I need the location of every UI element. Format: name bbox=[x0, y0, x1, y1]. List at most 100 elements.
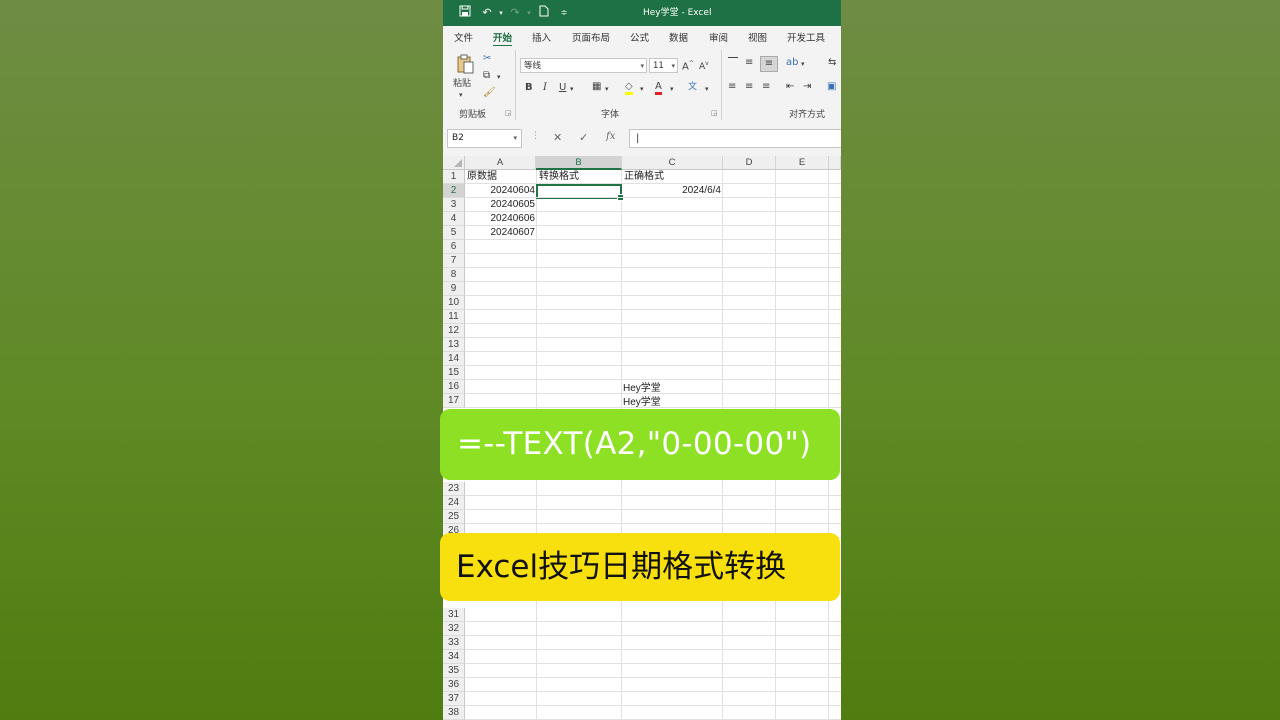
row-header-33[interactable]: 33 bbox=[443, 636, 465, 650]
align-middle-icon[interactable]: ≡ bbox=[745, 56, 753, 70]
cell-a3[interactable]: 20240605 bbox=[465, 198, 536, 212]
tab-developer[interactable]: 开发工具 bbox=[787, 30, 825, 44]
row-header-17[interactable]: 17 bbox=[443, 394, 465, 408]
tab-home[interactable]: 开始 bbox=[493, 30, 513, 47]
cell-c1[interactable]: 正确格式 bbox=[624, 170, 664, 184]
row-header-3[interactable]: 3 bbox=[443, 198, 465, 212]
tab-data[interactable]: 数据 bbox=[669, 30, 688, 44]
format-painter-icon[interactable]: 🖌 bbox=[483, 86, 496, 100]
orientation-dropdown-icon[interactable]: ▾ bbox=[801, 57, 805, 71]
align-top-icon[interactable]: ⎺ bbox=[728, 56, 738, 70]
column-header-d[interactable]: D bbox=[723, 156, 776, 170]
borders-dropdown-icon[interactable]: ▾ bbox=[605, 82, 609, 96]
cell-a4[interactable]: 20240606 bbox=[465, 212, 536, 226]
cell-a2[interactable]: 20240604 bbox=[465, 184, 536, 198]
column-header-b[interactable]: B bbox=[536, 156, 622, 170]
bold-button[interactable]: B bbox=[525, 81, 533, 95]
column-header-e[interactable]: E bbox=[776, 156, 829, 170]
gridline bbox=[465, 295, 841, 296]
row-header-25[interactable]: 25 bbox=[443, 510, 465, 524]
cell-b1[interactable]: 转换格式 bbox=[539, 170, 579, 184]
row-header-16[interactable]: 16 bbox=[443, 380, 465, 394]
fill-color-icon[interactable]: ◇ bbox=[625, 80, 633, 95]
row-header-32[interactable]: 32 bbox=[443, 622, 465, 636]
row-header-23[interactable]: 23 bbox=[443, 482, 465, 496]
font-color-dropdown-icon[interactable]: ▾ bbox=[670, 82, 674, 96]
clipboard-launcher-icon[interactable]: ◲ bbox=[505, 109, 512, 117]
row-header-36[interactable]: 36 bbox=[443, 678, 465, 692]
phonetic-dropdown-icon[interactable]: ▾ bbox=[705, 82, 709, 96]
tab-page-layout[interactable]: 页面布局 bbox=[572, 30, 610, 44]
cell-a1[interactable]: 原数据 bbox=[467, 170, 497, 184]
font-name-combo[interactable]: 等线 ▾ bbox=[520, 58, 647, 73]
enter-icon[interactable]: ✓ bbox=[579, 131, 588, 144]
paste-dropdown-icon[interactable]: ▾ bbox=[459, 88, 463, 102]
row-header-9[interactable]: 9 bbox=[443, 282, 465, 296]
underline-dropdown-icon[interactable]: ▾ bbox=[570, 82, 574, 96]
increase-font-size-icon[interactable]: A^ bbox=[682, 57, 694, 74]
align-center-icon[interactable]: ≡ bbox=[745, 80, 753, 94]
decrease-font-size-icon[interactable]: Av bbox=[699, 57, 709, 74]
customize-toolbar-icon[interactable]: ≑ bbox=[556, 5, 572, 21]
cell-c2[interactable]: 2024/6/4 bbox=[622, 184, 721, 198]
name-box[interactable]: B2 ▾ bbox=[447, 129, 522, 148]
orientation-icon[interactable]: ab bbox=[786, 56, 798, 70]
font-color-icon[interactable]: A bbox=[655, 80, 662, 95]
row-header-35[interactable]: 35 bbox=[443, 664, 465, 678]
formula-input[interactable]: | bbox=[629, 129, 841, 148]
row-header-13[interactable]: 13 bbox=[443, 338, 465, 352]
align-right-icon[interactable]: ≡ bbox=[762, 80, 770, 94]
fill-color-dropdown-icon[interactable]: ▾ bbox=[640, 82, 644, 96]
cut-icon[interactable]: ✂ bbox=[483, 52, 491, 66]
row-header-31[interactable]: 31 bbox=[443, 608, 465, 622]
borders-icon[interactable]: ▦ bbox=[592, 80, 601, 94]
cell-a5[interactable]: 20240607 bbox=[465, 226, 536, 240]
row-header-10[interactable]: 10 bbox=[443, 296, 465, 310]
row-header-7[interactable]: 7 bbox=[443, 254, 465, 268]
select-all-corner[interactable] bbox=[443, 156, 465, 170]
row-header-12[interactable]: 12 bbox=[443, 324, 465, 338]
row-header-4[interactable]: 4 bbox=[443, 212, 465, 226]
redo-dropdown-icon[interactable]: ▾ bbox=[521, 5, 537, 21]
column-header-a[interactable]: A bbox=[465, 156, 536, 170]
paste-icon[interactable] bbox=[454, 54, 476, 74]
row-header-34[interactable]: 34 bbox=[443, 650, 465, 664]
font-size-combo[interactable]: 11 ▾ bbox=[649, 58, 678, 73]
row-header-38[interactable]: 38 bbox=[443, 706, 465, 720]
increase-indent-icon[interactable]: ⇥ bbox=[803, 80, 811, 94]
row-header-11[interactable]: 11 bbox=[443, 310, 465, 324]
column-header-c[interactable]: C bbox=[622, 156, 723, 170]
row-header-24[interactable]: 24 bbox=[443, 496, 465, 510]
more-options-icon[interactable]: ⋮ bbox=[531, 131, 540, 141]
save-icon[interactable] bbox=[457, 5, 473, 21]
phonetic-icon[interactable]: 文 bbox=[688, 80, 697, 94]
align-bottom-icon[interactable]: ≡ bbox=[760, 56, 778, 72]
column-header-f[interactable] bbox=[829, 156, 841, 170]
row-header-15[interactable]: 15 bbox=[443, 366, 465, 380]
copy-dropdown-icon[interactable]: ▾ bbox=[497, 70, 501, 84]
row-header-2[interactable]: 2 bbox=[443, 184, 465, 198]
tab-formulas[interactable]: 公式 bbox=[630, 30, 649, 44]
gridline bbox=[465, 691, 841, 692]
insert-function-icon[interactable]: fx bbox=[606, 131, 615, 142]
merge-cells-icon[interactable]: ▣ bbox=[827, 80, 836, 94]
cancel-icon[interactable]: ✕ bbox=[553, 131, 562, 144]
italic-button[interactable]: I bbox=[543, 81, 547, 95]
tab-file[interactable]: 文件 bbox=[454, 30, 473, 44]
decrease-indent-icon[interactable]: ⇤ bbox=[786, 80, 794, 94]
row-header-8[interactable]: 8 bbox=[443, 268, 465, 282]
tab-review[interactable]: 审阅 bbox=[709, 30, 728, 44]
wrap-text-icon[interactable]: ⇆ bbox=[828, 56, 836, 70]
underline-button[interactable]: U bbox=[559, 81, 566, 95]
tab-view[interactable]: 视图 bbox=[748, 30, 767, 44]
font-launcher-icon[interactable]: ◲ bbox=[711, 109, 718, 117]
copy-icon[interactable]: ⧉ bbox=[483, 69, 490, 83]
new-document-icon[interactable] bbox=[536, 5, 552, 21]
row-header-5[interactable]: 5 bbox=[443, 226, 465, 240]
row-header-14[interactable]: 14 bbox=[443, 352, 465, 366]
row-header-1[interactable]: 1 bbox=[443, 170, 465, 184]
row-header-37[interactable]: 37 bbox=[443, 692, 465, 706]
tab-insert[interactable]: 插入 bbox=[532, 30, 551, 44]
row-header-6[interactable]: 6 bbox=[443, 240, 465, 254]
align-left-icon[interactable]: ≡ bbox=[728, 80, 736, 94]
